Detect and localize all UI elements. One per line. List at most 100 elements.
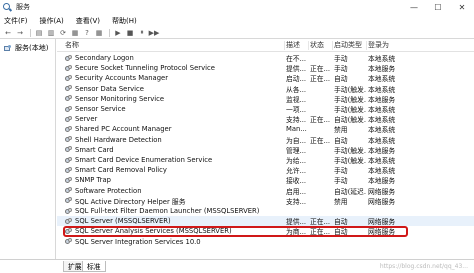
service-name-cell: Sensor Service xyxy=(65,104,283,114)
service-name: Smart Card Device Enumeration Service xyxy=(75,156,213,165)
service-row[interactable]: Shell Hardware Detection 为自... 正在... 自动 本地系统 xyxy=(57,135,474,145)
column-header-startup-type[interactable]: 启动类型 xyxy=(334,39,366,51)
service-logon-as: 网络服务 xyxy=(368,187,396,196)
menu-action[interactable]: 操作(A) xyxy=(40,16,64,26)
column-divider[interactable] xyxy=(308,41,309,50)
service-row[interactable]: Software Protection 启用... 自动(延迟...网络服务 xyxy=(57,186,474,196)
service-status xyxy=(310,175,332,185)
service-description: 启动... xyxy=(286,75,307,84)
menu-view[interactable]: 查看(V) xyxy=(76,16,100,26)
tree-item-services-local[interactable]: 服务(本地) xyxy=(2,42,50,54)
service-name-cell: SQL Active Directory Helper 服务 xyxy=(65,196,283,206)
service-description: 启用... xyxy=(286,187,307,196)
service-name-cell: Sensor Monitoring Service xyxy=(65,94,283,104)
service-row[interactable]: SQL Server (MSSQLSERVER) 提供... 正在... 自动 网络服务 xyxy=(57,216,474,227)
service-description: Man... xyxy=(286,125,307,134)
service-startup-type: 手动(触发... xyxy=(334,146,366,155)
service-row[interactable]: Secure Socket Tunneling Protocol Service… xyxy=(57,63,474,73)
service-name: Software Protection xyxy=(75,186,142,195)
column-divider[interactable] xyxy=(332,41,333,50)
menu-file[interactable]: 文件(F) xyxy=(4,16,28,26)
service-name: Secure Socket Tunneling Protocol Service xyxy=(75,64,215,73)
console-icon[interactable]: ▥ xyxy=(46,28,56,37)
service-gear-icon xyxy=(65,207,72,215)
service-name-cell: SNMP Trap xyxy=(65,175,283,185)
column-divider[interactable] xyxy=(366,41,367,50)
menu-help[interactable]: 帮助(H) xyxy=(112,16,137,26)
tab-standard[interactable]: 标准 xyxy=(82,261,106,272)
list-header: 名称 描述 状态 启动类型 登录为 xyxy=(57,39,474,52)
help-icon[interactable]: ? xyxy=(82,28,92,37)
service-name-cell: Sensor Data Service xyxy=(65,84,283,94)
service-startup-type: 自动(延迟... xyxy=(334,187,366,196)
service-row[interactable]: Secondary Logon 在不... 手动 本地系统 xyxy=(57,53,474,63)
service-name-cell: Software Protection xyxy=(65,186,283,196)
close-button[interactable]: ✕ xyxy=(450,0,474,14)
service-name: Smart Card xyxy=(75,145,114,154)
column-header-logon-as[interactable]: 登录为 xyxy=(368,39,416,51)
services-app-icon xyxy=(3,2,13,12)
service-logon-as: 本地系统 xyxy=(368,75,396,84)
column-divider[interactable] xyxy=(284,41,285,50)
service-status: 正在... xyxy=(310,75,331,84)
export-list-icon[interactable]: ▦ xyxy=(70,28,80,37)
service-row[interactable]: SNMP Trap 接收... 手动 本地服务 xyxy=(57,175,474,185)
service-row[interactable]: SQL Server Integration Services 10.0 xyxy=(57,237,474,247)
service-row[interactable]: Sensor Service 一项... 手动(触发...本地系统 xyxy=(57,104,474,114)
stop-service-icon[interactable]: ■ xyxy=(125,28,135,37)
service-name: Shared PC Account Manager xyxy=(75,125,172,134)
properties-icon[interactable]: ▦ xyxy=(94,28,104,37)
view-tabs: 扩展 标准 https://blog.csdn.net/qq_43... xyxy=(0,259,474,273)
service-gear-icon xyxy=(65,156,72,164)
minimize-button[interactable]: — xyxy=(402,0,426,14)
service-name-cell: Shared PC Account Manager xyxy=(65,124,283,134)
service-startup-type: 手动(触发... xyxy=(334,95,366,104)
maximize-button[interactable]: ☐ xyxy=(426,0,450,14)
column-header-description[interactable]: 描述 xyxy=(286,39,308,51)
service-description xyxy=(286,237,308,247)
show-tree-icon[interactable]: ▤ xyxy=(34,28,44,37)
service-startup-type: 自动 xyxy=(334,218,348,227)
service-status xyxy=(310,104,332,114)
service-name: Secondary Logon xyxy=(75,54,134,63)
service-gear-icon xyxy=(65,166,72,174)
service-row[interactable]: Smart Card 管理... 手动(触发...本地服务 xyxy=(57,145,474,155)
service-description: 支持... xyxy=(286,197,307,206)
service-status xyxy=(310,145,332,155)
service-row[interactable]: Security Accounts Manager 启动... 正在... 自动 本地系… xyxy=(57,73,474,83)
service-row[interactable]: Smart Card Removal Policy 允许... 手动 本地系统 xyxy=(57,165,474,175)
service-row[interactable]: Server 支持...正在...自动(触发...本地系统 xyxy=(57,114,474,124)
service-gear-icon xyxy=(65,85,72,92)
service-gear-icon xyxy=(65,64,72,72)
window-title: 服务 xyxy=(16,3,30,11)
back-arrow-icon[interactable]: ← xyxy=(3,28,13,37)
restart-service-icon[interactable]: ▶▶ xyxy=(149,28,160,37)
service-startup-type: 手动 xyxy=(334,177,348,186)
column-header-name[interactable]: 名称 xyxy=(65,39,283,51)
services-icon xyxy=(4,44,12,52)
service-row[interactable]: Shared PC Account Manager Man... 禁用 本地系统 xyxy=(57,124,474,134)
service-startup-type: 手动 xyxy=(334,167,348,176)
service-row[interactable]: Sensor Monitoring Service 监视... 手动(触发...本地… xyxy=(57,94,474,104)
service-description: 在不... xyxy=(286,55,307,64)
service-description: 提供... xyxy=(286,65,307,74)
service-name-cell: SQL Full-text Filter Daemon Launcher (MS… xyxy=(65,206,283,216)
service-row[interactable]: SQL Active Directory Helper 服务 支持... 禁用 网络服… xyxy=(57,196,474,206)
service-name: Sensor Service xyxy=(75,105,126,114)
service-row[interactable]: Smart Card Device Enumeration Service 为给.… xyxy=(57,155,474,165)
column-header-status[interactable]: 状态 xyxy=(310,39,332,51)
service-startup-type xyxy=(334,237,366,247)
service-row[interactable]: SQL Full-text Filter Daemon Launcher (MS… xyxy=(57,206,474,216)
service-name-cell: SQL Server Integration Services 10.0 xyxy=(65,237,283,247)
service-status xyxy=(310,84,332,94)
service-status xyxy=(310,206,332,216)
refresh-icon[interactable]: ⟳ xyxy=(58,28,68,37)
forward-arrow-icon[interactable]: → xyxy=(15,28,25,37)
service-logon-as: 本地服务 xyxy=(368,146,396,155)
service-startup-type: 手动(触发... xyxy=(334,157,366,166)
service-row[interactable]: Sensor Data Service 从各... 手动(触发...本地系统 xyxy=(57,84,474,94)
start-service-icon[interactable]: ▶ xyxy=(113,28,123,37)
service-gear-icon xyxy=(65,105,72,113)
pause-service-icon[interactable]: ⏸ xyxy=(137,28,147,37)
service-name: SNMP Trap xyxy=(75,176,111,185)
